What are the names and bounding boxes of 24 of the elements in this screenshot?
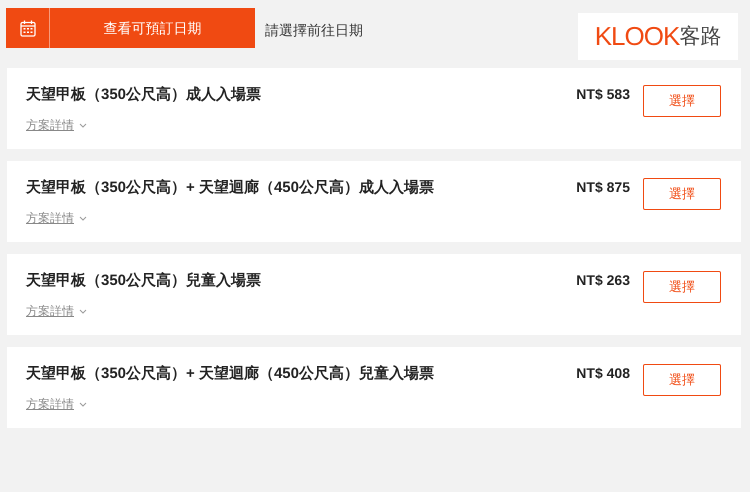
details-link[interactable]: 方案詳情 <box>26 395 87 413</box>
chevron-down-icon <box>79 122 87 128</box>
price: NT$ 408 <box>576 364 630 383</box>
price: NT$ 875 <box>576 178 630 197</box>
logo: KLOOK客路 <box>578 13 738 60</box>
package-title: 天望甲板（350公尺高）+ 天望迴廊（450公尺高）成人入場票 <box>26 178 435 198</box>
calendar-icon <box>20 20 36 36</box>
select-button[interactable]: 選擇 <box>643 271 721 303</box>
chevron-down-icon <box>79 216 87 220</box>
details-link[interactable]: 方案詳情 <box>26 302 87 320</box>
details-link[interactable]: 方案詳情 <box>26 116 87 134</box>
package-title: 天望甲板（350公尺高）兒童入場票 <box>26 271 262 291</box>
package-title: 天望甲板（350公尺高）+ 天望迴廊（450公尺高）兒童入場票 <box>26 364 435 384</box>
select-button[interactable]: 選擇 <box>643 364 721 396</box>
select-button[interactable]: 選擇 <box>643 178 721 210</box>
chevron-down-icon <box>79 402 87 406</box>
date-hint: 請選擇前往日期 <box>265 21 363 40</box>
price: NT$ 263 <box>576 271 630 290</box>
select-button[interactable]: 選擇 <box>643 85 721 117</box>
details-link[interactable]: 方案詳情 <box>26 209 87 227</box>
package-title: 天望甲板（350公尺高）成人入場票 <box>26 85 262 105</box>
date-button[interactable]: 查看可預訂日期 <box>6 8 255 48</box>
chevron-down-icon <box>79 308 87 314</box>
price: NT$ 583 <box>576 85 630 104</box>
